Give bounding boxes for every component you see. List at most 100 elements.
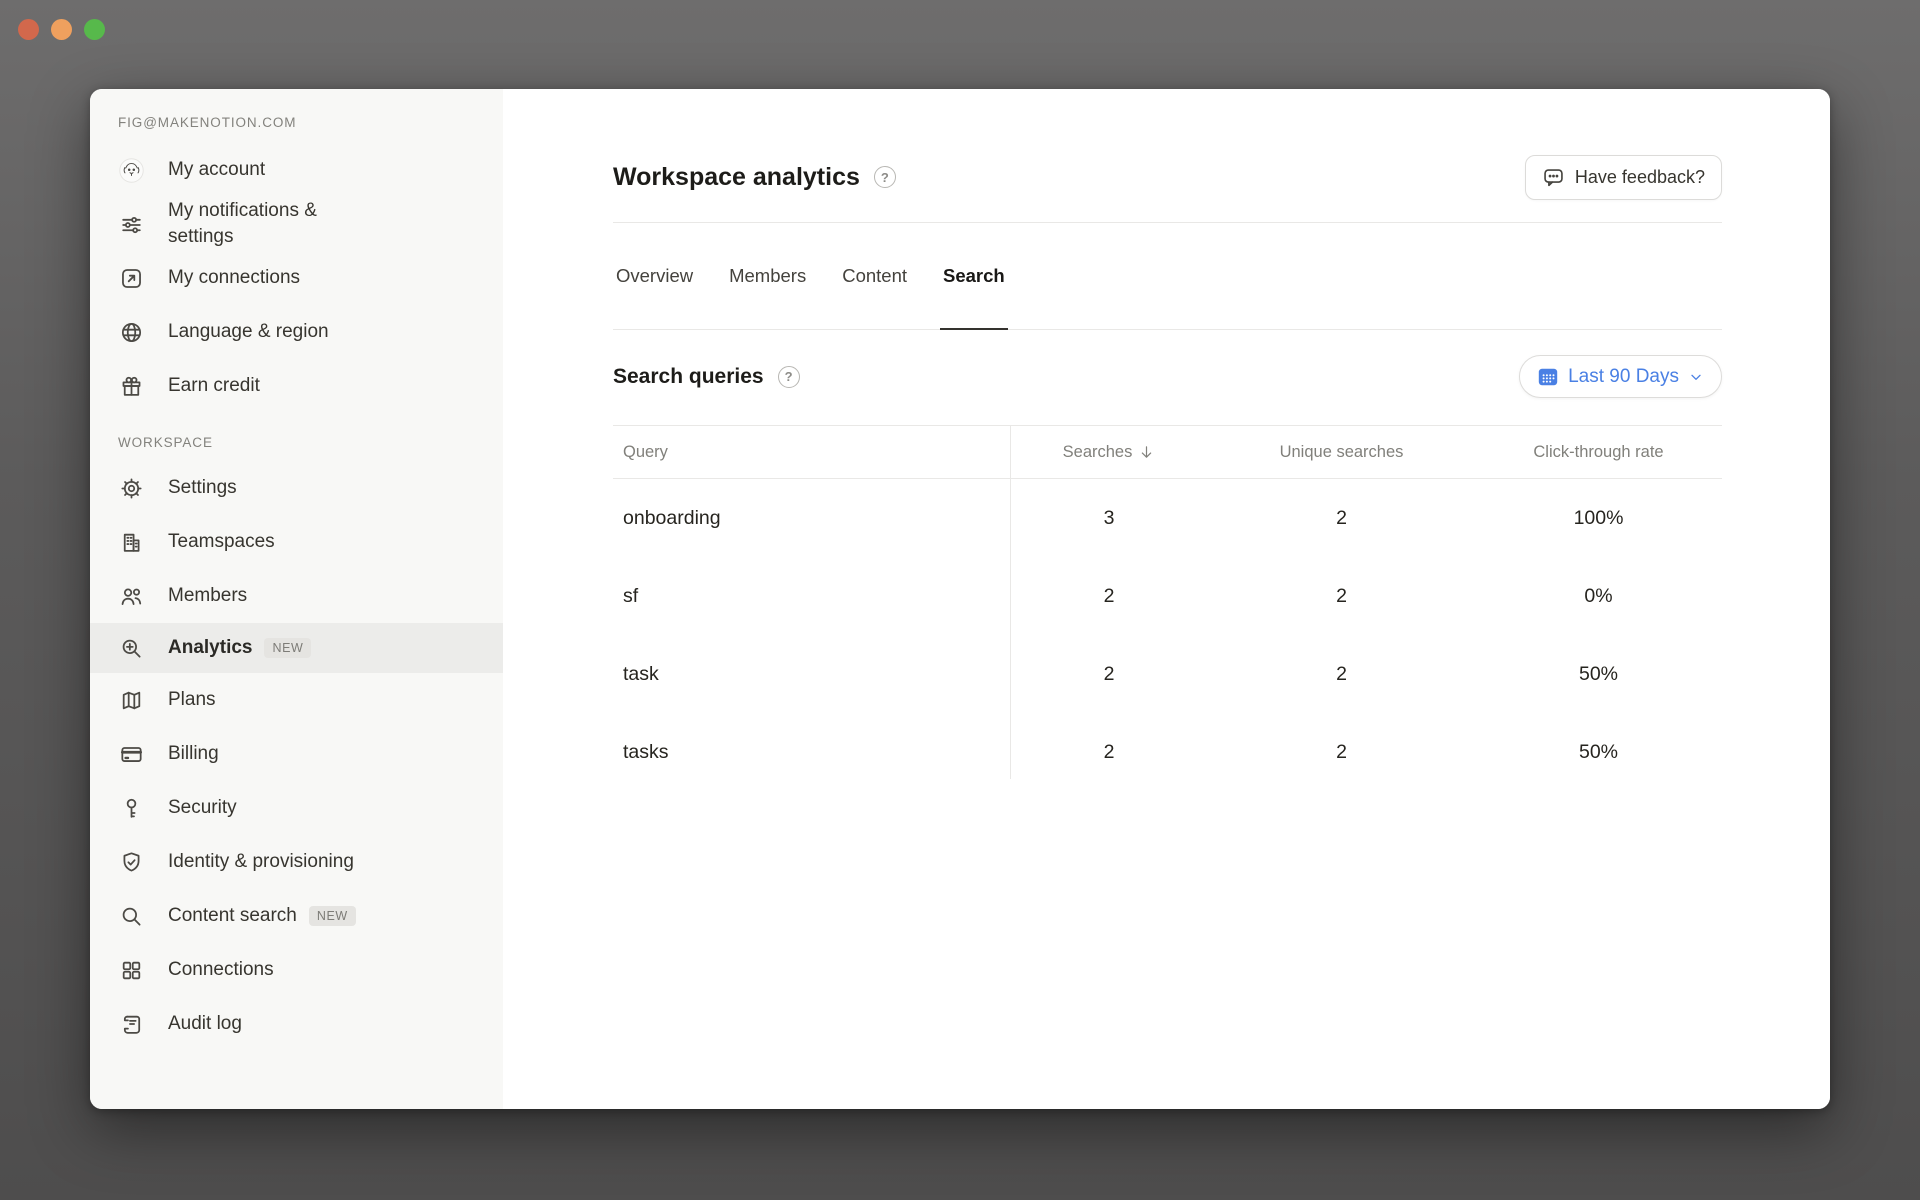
page-title: Workspace analytics	[613, 159, 860, 195]
table-header-row: Query Searches Unique searches Click-thr…	[613, 425, 1722, 479]
tab-search[interactable]: Search	[940, 223, 1008, 330]
sidebar-item-analytics[interactable]: Analytics NEW	[90, 623, 503, 673]
sidebar-item-label: Analytics	[168, 635, 252, 661]
close-window-button[interactable]	[18, 19, 39, 40]
sidebar-item-my-connections[interactable]: My connections	[90, 251, 503, 305]
unique-searches-cell: 2	[1208, 741, 1475, 764]
have-feedback-button[interactable]: Have feedback?	[1525, 155, 1722, 200]
date-range-label: Last 90 Days	[1568, 366, 1679, 388]
grid-icon	[118, 957, 144, 983]
searches-cell: 2	[1010, 663, 1208, 686]
settings-sidebar: FIG@MAKENOTION.COM My account My notific…	[90, 89, 503, 1109]
table-row[interactable]: tasks 2 2 50%	[613, 713, 1722, 791]
sidebar-item-connections[interactable]: Connections	[90, 943, 503, 997]
sidebar-item-label: Content search	[168, 903, 297, 929]
searches-cell: 2	[1010, 585, 1208, 608]
new-badge: NEW	[264, 638, 311, 658]
table-row[interactable]: sf 2 2 0%	[613, 557, 1722, 635]
search-queries-section-header: Search queries ? Last 90 Days	[613, 355, 1722, 398]
gift-icon	[118, 373, 144, 399]
table-column-divider	[1010, 425, 1011, 779]
ctr-cell: 50%	[1475, 663, 1722, 686]
table-row[interactable]: task 2 2 50%	[613, 635, 1722, 713]
minimize-window-button[interactable]	[51, 19, 72, 40]
sidebar-item-plans[interactable]: Plans	[90, 673, 503, 727]
shield-check-icon	[118, 849, 144, 875]
tab-content[interactable]: Content	[839, 223, 910, 330]
query-cell: onboarding	[613, 507, 1010, 530]
analytics-content: Workspace analytics ? Have feedback? Ove…	[503, 89, 1830, 1109]
analytics-magnifier-icon	[118, 635, 144, 661]
sidebar-section-gap: WORKSPACE	[90, 413, 503, 461]
sidebar-item-identity-provisioning[interactable]: Identity & provisioning	[90, 835, 503, 889]
unique-searches-cell: 2	[1208, 663, 1475, 686]
sidebar-item-label: Billing	[168, 741, 219, 767]
help-icon[interactable]: ?	[778, 366, 800, 388]
sidebar-item-label: Connections	[168, 957, 274, 983]
workspace-section-heading: WORKSPACE	[118, 433, 213, 453]
unique-searches-cell: 2	[1208, 507, 1475, 530]
sort-desc-icon	[1138, 444, 1155, 461]
date-range-filter-button[interactable]: Last 90 Days	[1519, 355, 1722, 398]
column-header-query[interactable]: Query	[613, 443, 1010, 462]
unique-searches-cell: 2	[1208, 585, 1475, 608]
sidebar-item-label: Audit log	[168, 1011, 242, 1037]
sidebar-item-members[interactable]: Members	[90, 569, 503, 623]
column-header-click-through-rate[interactable]: Click-through rate	[1475, 443, 1722, 462]
key-icon	[118, 795, 144, 821]
sidebar-item-label: Teamspaces	[168, 529, 275, 555]
query-cell: task	[613, 663, 1010, 686]
sidebar-item-security[interactable]: Security	[90, 781, 503, 835]
arrow-out-icon	[118, 265, 144, 291]
ctr-cell: 50%	[1475, 741, 1722, 764]
sidebar-item-billing[interactable]: Billing	[90, 727, 503, 781]
credit-card-icon	[118, 741, 144, 767]
sidebar-item-earn-credit[interactable]: Earn credit	[90, 359, 503, 413]
sidebar-item-content-search[interactable]: Content search NEW	[90, 889, 503, 943]
search-icon	[118, 903, 144, 929]
feedback-bubble-icon	[1542, 166, 1565, 189]
building-icon	[118, 529, 144, 555]
sidebar-item-label: Settings	[168, 475, 237, 501]
table-row[interactable]: onboarding 3 2 100%	[613, 479, 1722, 557]
feedback-label: Have feedback?	[1575, 167, 1705, 188]
sidebar-item-label: Identity & provisioning	[168, 849, 354, 875]
sliders-icon	[118, 211, 144, 237]
sidebar-item-label: Members	[168, 583, 247, 609]
analytics-tabs: Overview Members Content Search	[613, 223, 1722, 330]
sidebar-item-label: My connections	[168, 265, 300, 291]
window-controls	[18, 19, 105, 40]
sidebar-item-language-region[interactable]: Language & region	[90, 305, 503, 359]
sidebar-item-audit-log[interactable]: Audit log	[90, 997, 503, 1051]
query-cell: sf	[613, 585, 1010, 608]
sidebar-item-label: Language & region	[168, 319, 329, 345]
column-header-label: Searches	[1063, 443, 1133, 462]
sidebar-item-notifications-settings[interactable]: My notifications & settings	[90, 197, 503, 251]
sidebar-item-my-account[interactable]: My account	[90, 143, 503, 197]
new-badge: NEW	[309, 906, 356, 926]
tab-members[interactable]: Members	[726, 223, 809, 330]
section-title: Search queries	[613, 362, 764, 392]
sidebar-item-settings[interactable]: Settings	[90, 461, 503, 515]
scroll-icon	[118, 1011, 144, 1037]
calendar-icon	[1537, 366, 1559, 388]
zoom-window-button[interactable]	[84, 19, 105, 40]
sidebar-item-teamspaces[interactable]: Teamspaces	[90, 515, 503, 569]
chevron-down-icon	[1688, 369, 1704, 385]
map-icon	[118, 687, 144, 713]
sidebar-item-label: Security	[168, 795, 237, 821]
account-email-heading: FIG@MAKENOTION.COM	[118, 113, 503, 133]
tab-overview[interactable]: Overview	[613, 223, 696, 330]
ctr-cell: 100%	[1475, 507, 1722, 530]
globe-icon	[118, 319, 144, 345]
help-icon[interactable]: ?	[874, 166, 896, 188]
column-header-unique-searches[interactable]: Unique searches	[1208, 443, 1475, 462]
sidebar-item-label: Plans	[168, 687, 216, 713]
searches-cell: 2	[1010, 741, 1208, 764]
column-header-searches[interactable]: Searches	[1010, 443, 1208, 462]
sidebar-item-label: My notifications & settings	[168, 198, 358, 250]
settings-modal: FIG@MAKENOTION.COM My account My notific…	[90, 89, 1830, 1109]
ctr-cell: 0%	[1475, 585, 1722, 608]
avatar	[118, 157, 144, 183]
gear-icon	[118, 475, 144, 501]
